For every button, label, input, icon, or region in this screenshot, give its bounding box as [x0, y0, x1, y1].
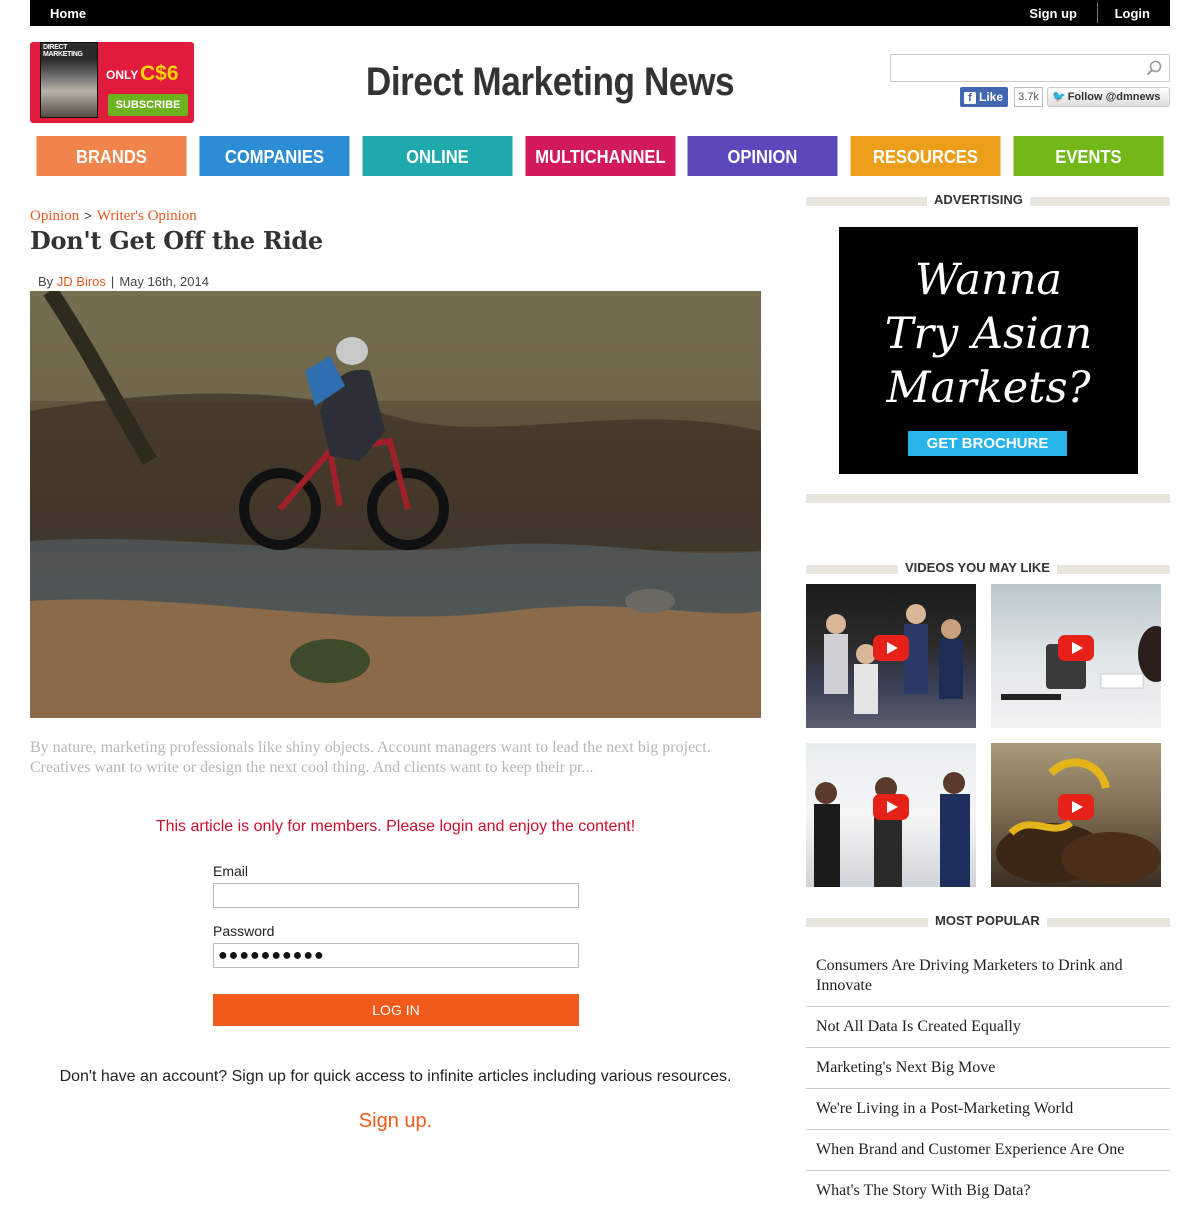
- popular-article-link[interactable]: Not All Data Is Created Equally: [806, 1007, 1170, 1048]
- search-icon[interactable]: [1146, 60, 1162, 76]
- main-nav: BRANDS COMPANIES ONLINE MULTICHANNEL OPI…: [30, 136, 1170, 176]
- most-popular-heading-bar: MOST POPULAR: [806, 913, 1170, 928]
- signup-cta-link[interactable]: Sign up.: [30, 1110, 761, 1133]
- play-icon: [873, 635, 909, 661]
- nav-brands[interactable]: BRANDS: [36, 136, 187, 176]
- author-link[interactable]: JD Biros: [57, 274, 106, 289]
- subscribe-button[interactable]: SUBSCRIBE: [108, 94, 188, 116]
- subscribe-promo[interactable]: DIRECT MARKETING ONLY C$6 SUBSCRIBE: [30, 42, 194, 123]
- get-brochure-button[interactable]: GET BROCHURE: [908, 431, 1067, 456]
- video-thumbnail-4[interactable]: [991, 743, 1161, 887]
- password-field[interactable]: ●●●●●●●●●●: [213, 943, 579, 968]
- advertisement-banner[interactable]: Wanna Try Asian Markets? GET BROCHURE: [839, 227, 1138, 474]
- ad-headline: Wanna Try Asian Markets?: [839, 253, 1138, 415]
- popular-article-link[interactable]: What's The Story With Big Data?: [806, 1171, 1170, 1208]
- popular-article-link[interactable]: Marketing's Next Big Move: [806, 1048, 1170, 1089]
- promo-only-label: ONLY: [106, 68, 139, 82]
- article-hero-image: [30, 291, 761, 718]
- video-thumbnail-3[interactable]: [806, 743, 976, 887]
- members-only-message: This article is only for members. Please…: [155, 818, 636, 835]
- facebook-like-button[interactable]: f Like: [960, 87, 1008, 107]
- top-bar: Home Sign up Login: [30, 0, 1170, 26]
- search-input[interactable]: [891, 55, 1141, 81]
- home-link[interactable]: Home: [50, 6, 86, 21]
- article-excerpt: By nature, marketing professionals like …: [30, 739, 711, 776]
- password-label: Password: [213, 923, 275, 939]
- login-link[interactable]: Login: [1115, 6, 1150, 21]
- popular-article-link[interactable]: When Brand and Customer Experience Are O…: [806, 1130, 1170, 1171]
- advertising-heading: ADVERTISING: [927, 192, 1030, 207]
- breadcrumb-separator: >: [84, 208, 92, 223]
- popular-article-link[interactable]: We're Living in a Post-Marketing World: [806, 1089, 1170, 1130]
- signup-message: Don't have an account? Sign up for quick…: [59, 1068, 732, 1085]
- advertising-heading-bar: ADVERTISING: [806, 192, 1170, 207]
- advertising-footer-bar: [806, 494, 1170, 503]
- login-button[interactable]: LOG IN: [213, 994, 579, 1026]
- promo-price: C$6: [140, 62, 179, 85]
- topbar-divider: [1097, 2, 1098, 23]
- search-box: [890, 54, 1170, 82]
- video-thumbnail-2[interactable]: [991, 584, 1161, 728]
- twitter-follow-button[interactable]: 🐦 Follow @dmnews: [1047, 87, 1170, 107]
- ad-headline-line-1: Wanna: [914, 255, 1063, 305]
- nav-resources[interactable]: RESOURCES: [850, 136, 1001, 176]
- ad-headline-line-2: Try Asian: [884, 309, 1093, 359]
- facebook-like-label: Like: [979, 90, 1004, 104]
- popular-article-link[interactable]: Consumers Are Driving Marketers to Drink…: [806, 946, 1170, 1007]
- most-popular-heading: MOST POPULAR: [928, 913, 1047, 928]
- signup-link[interactable]: Sign up: [1029, 6, 1077, 21]
- nav-multichannel[interactable]: MULTICHANNEL: [525, 136, 675, 176]
- play-icon: [873, 794, 909, 820]
- email-label: Email: [213, 863, 249, 879]
- videos-heading: VIDEOS YOU MAY LIKE: [898, 560, 1057, 575]
- magazine-cover-title: DIRECT MARKETING: [43, 44, 83, 58]
- most-popular-list: Consumers Are Driving Marketers to Drink…: [806, 946, 1170, 1208]
- facebook-like-count: 3.7k: [1014, 87, 1043, 107]
- nav-opinion[interactable]: OPINION: [687, 136, 838, 176]
- play-icon: [1058, 635, 1094, 661]
- byline-by: By: [38, 274, 54, 289]
- nav-online[interactable]: ONLINE: [362, 136, 513, 176]
- facebook-icon: f: [964, 92, 976, 104]
- site-title[interactable]: Direct Marketing News: [356, 60, 743, 105]
- play-icon: [1058, 794, 1094, 820]
- twitter-bird-icon: 🐦: [1052, 91, 1066, 103]
- email-field[interactable]: [213, 883, 579, 908]
- article-date: May 16th, 2014: [119, 274, 209, 289]
- article-title: Don't Get Off the Ride: [30, 226, 323, 255]
- twitter-follow-label: Follow @dmnews: [1067, 91, 1161, 103]
- byline: By JD Biros | May 16th, 2014: [38, 274, 209, 289]
- video-thumbnail-1[interactable]: [806, 584, 976, 728]
- ad-headline-line-3: Markets?: [886, 363, 1091, 413]
- magazine-cover-image: DIRECT MARKETING: [40, 42, 98, 118]
- byline-separator: |: [110, 274, 115, 289]
- breadcrumb-writers-opinion[interactable]: Writer's Opinion: [97, 208, 197, 224]
- breadcrumb-opinion[interactable]: Opinion: [30, 208, 79, 224]
- nav-events[interactable]: EVENTS: [1013, 136, 1164, 176]
- breadcrumb: Opinion > Writer's Opinion: [30, 208, 197, 225]
- nav-companies[interactable]: COMPANIES: [199, 136, 350, 176]
- videos-heading-bar: VIDEOS YOU MAY LIKE: [806, 560, 1170, 575]
